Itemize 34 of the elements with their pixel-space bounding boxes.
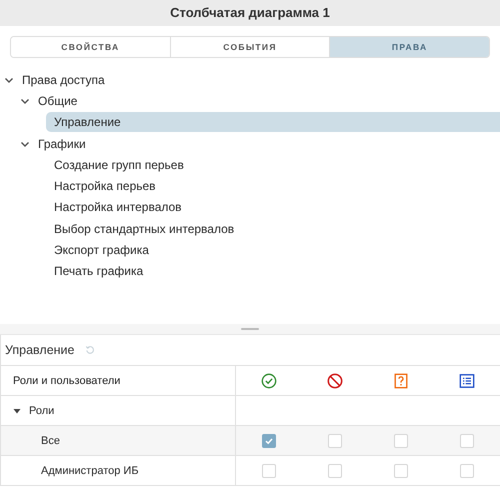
window-title: Столбчатая диаграмма 1 — [0, 0, 500, 26]
check-circle-icon — [261, 372, 277, 388]
checkbox[interactable] — [460, 464, 474, 478]
tree-item[interactable]: Выбор стандартных интервалов — [54, 218, 242, 239]
checkbox[interactable] — [262, 464, 276, 478]
checkbox[interactable] — [460, 434, 474, 448]
prohibited-icon — [327, 372, 343, 388]
question-icon — [393, 372, 409, 388]
checkbox[interactable] — [394, 464, 408, 478]
tree-item[interactable]: Общие — [38, 90, 86, 111]
tree-item[interactable]: Настройка интервалов — [54, 197, 190, 218]
tab[interactable]: СВОЙСТВА — [11, 37, 171, 57]
tree-item[interactable]: Права доступа — [22, 70, 113, 90]
tree-item[interactable]: Управление — [46, 112, 500, 132]
checkbox[interactable] — [394, 434, 408, 448]
check-icon — [264, 436, 274, 446]
splitter-handle[interactable] — [241, 328, 259, 330]
checkbox[interactable] — [328, 434, 342, 448]
checkbox[interactable] — [328, 464, 342, 478]
role-name[interactable]: Администратор ИБ — [1, 456, 236, 486]
tree-item[interactable]: Экспорт графика — [54, 240, 157, 260]
role-name[interactable]: Все — [1, 426, 236, 456]
tree-item[interactable]: Печать графика — [54, 261, 152, 282]
group-label: Роли — [29, 404, 54, 416]
tab[interactable]: ПРАВА — [330, 37, 489, 57]
tree-item[interactable]: Создание групп перьев — [54, 154, 192, 175]
checkbox[interactable] — [262, 434, 276, 448]
column-header: Роли и пользователи — [1, 366, 236, 396]
list-icon — [459, 372, 475, 388]
tree-item[interactable]: Графики — [38, 134, 94, 154]
reset-icon[interactable] — [84, 345, 94, 355]
section-title: Управление — [5, 343, 74, 357]
tree-item[interactable]: Настройка перьев — [54, 176, 164, 196]
triangle-icon[interactable] — [13, 406, 21, 414]
